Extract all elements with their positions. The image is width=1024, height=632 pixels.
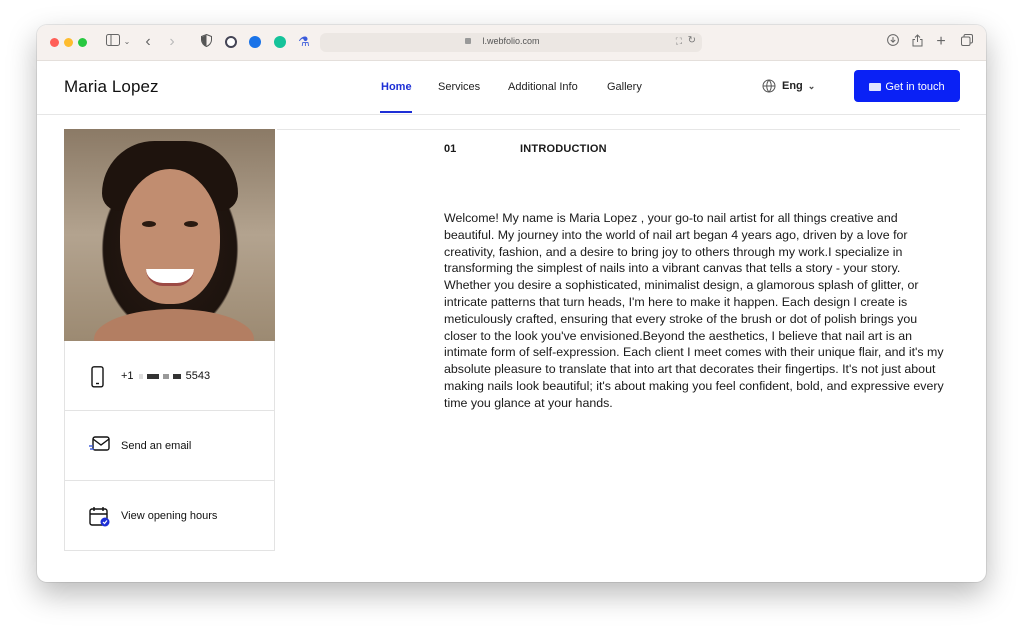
download-icon[interactable] xyxy=(886,34,900,50)
tab-overview-icon[interactable] xyxy=(960,34,974,50)
back-arrow-icon[interactable]: ‹ xyxy=(141,34,155,50)
phone-number: +1 5543 xyxy=(121,370,210,382)
chevron-down-icon: ⌄ xyxy=(807,80,816,91)
address-bar[interactable]: l.webfolio.com ⛶ ↻ xyxy=(320,33,702,52)
contact-card: +1 5543 Send an email View opening hours xyxy=(64,341,275,551)
new-tab-icon[interactable]: + xyxy=(934,34,948,50)
profile-photo xyxy=(64,129,275,341)
phone-suffix: 5543 xyxy=(185,370,211,382)
redaction-mark xyxy=(138,373,143,379)
reload-icon[interactable]: ↻ xyxy=(688,35,696,46)
email-icon xyxy=(89,436,111,456)
brand-name[interactable]: Maria Lopez xyxy=(64,77,159,97)
nav-gallery[interactable]: Gallery xyxy=(607,81,642,93)
section-number: 01 xyxy=(444,143,457,155)
redaction-mark xyxy=(162,373,169,379)
send-email-label: Send an email xyxy=(121,440,192,452)
flask-icon[interactable]: ⚗ xyxy=(298,34,310,50)
translate-icon[interactable]: ⛶ xyxy=(676,36,682,47)
nav-additional-info[interactable]: Additional Info xyxy=(508,81,578,93)
share-icon[interactable] xyxy=(910,34,924,50)
extension-icon[interactable] xyxy=(249,36,261,48)
get-in-touch-button[interactable]: Get in touch xyxy=(854,70,960,102)
minimize-window-button[interactable] xyxy=(64,38,73,47)
shield-icon[interactable] xyxy=(199,33,213,50)
zoom-window-button[interactable] xyxy=(78,38,87,47)
close-window-button[interactable] xyxy=(50,38,59,47)
calendar-icon xyxy=(89,506,111,527)
phone-row[interactable]: +1 5543 xyxy=(65,341,274,411)
redaction-mark xyxy=(172,373,181,379)
get-in-touch-label: Get in touch xyxy=(885,81,945,93)
redaction-mark xyxy=(146,373,159,379)
envelope-icon xyxy=(869,83,882,91)
language-label: Eng xyxy=(782,79,803,92)
grammar-extension-icon[interactable] xyxy=(274,36,286,48)
phone-prefix: +1 xyxy=(121,370,134,382)
photo-shoulder xyxy=(94,309,254,341)
phone-icon xyxy=(89,366,107,388)
sidebar-toggle-icon[interactable] xyxy=(103,34,123,50)
nav-services[interactable]: Services xyxy=(438,81,480,93)
browser-window: ⌄ ‹ › ⚗ l.webfolio.com ⛶ ↻ + Maria Lopez… xyxy=(37,25,986,582)
photo-eye xyxy=(142,221,156,227)
active-nav-indicator xyxy=(380,111,412,113)
forward-arrow-icon[interactable]: › xyxy=(165,34,179,50)
chevron-down-icon[interactable]: ⌄ xyxy=(123,34,131,50)
nav-home[interactable]: Home xyxy=(381,81,412,93)
site-header: Maria Lopez Home Services Additional Inf… xyxy=(37,61,986,115)
globe-icon xyxy=(762,79,776,93)
section-title: INTRODUCTION xyxy=(520,143,607,155)
photo-eye xyxy=(184,221,198,227)
opening-hours-label: View opening hours xyxy=(121,510,218,522)
opening-hours-row[interactable]: View opening hours xyxy=(65,481,274,551)
language-selector[interactable]: Eng ⌄ xyxy=(762,79,815,93)
extension-icon[interactable] xyxy=(225,36,237,48)
browser-toolbar: ⌄ ‹ › ⚗ l.webfolio.com ⛶ ↻ + xyxy=(37,25,986,61)
url-text: l.webfolio.com xyxy=(482,36,540,46)
email-row[interactable]: Send an email xyxy=(65,411,274,481)
section-divider xyxy=(277,129,960,130)
intro-paragraph: Welcome! My name is Maria Lopez , your g… xyxy=(444,211,944,410)
